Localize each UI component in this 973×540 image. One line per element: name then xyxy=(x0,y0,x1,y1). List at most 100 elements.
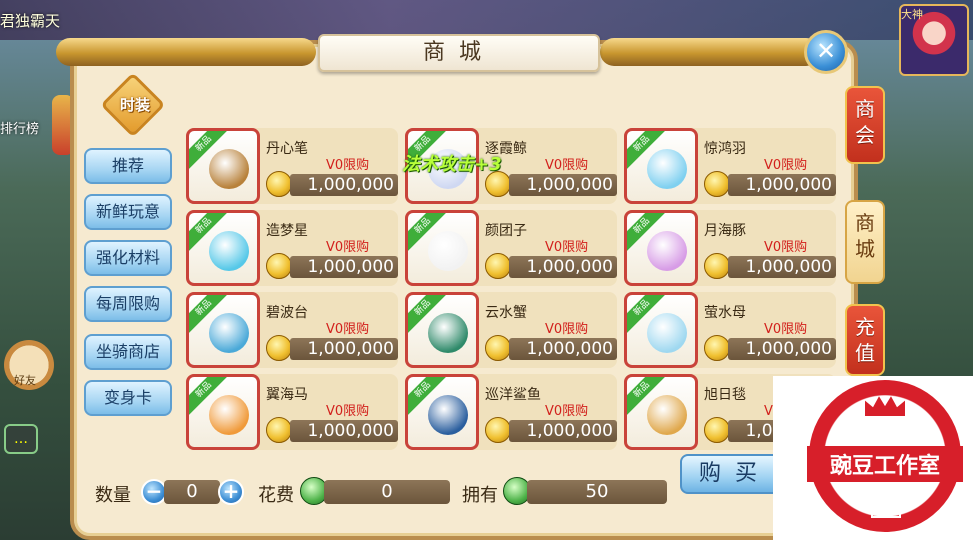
item-purchase-limit: V0限购 xyxy=(764,322,808,337)
item-name: 旭日毯 xyxy=(704,387,746,403)
side-tab-transform-card[interactable]: 变身卡 xyxy=(84,380,172,416)
item-art-icon xyxy=(209,231,249,271)
item-thumbnail[interactable]: 新品 xyxy=(186,374,260,450)
item-price: 1,000,000 xyxy=(728,256,836,278)
item-art-icon xyxy=(647,231,687,271)
item-card[interactable]: 新品 月海豚 V0限购 1,000,000 xyxy=(624,210,836,286)
owned-label: 拥有 xyxy=(462,485,498,506)
item-thumbnail[interactable]: 新品 xyxy=(624,374,698,450)
chat-icon[interactable]: … xyxy=(4,424,38,454)
item-thumbnail[interactable]: 新品 xyxy=(624,128,698,204)
player-name: 大神 xyxy=(901,8,923,21)
item-card[interactable]: 新品 造梦星 V0限购 1,000,000 xyxy=(186,210,398,286)
item-name: 惊鸿羽 xyxy=(704,141,746,157)
item-price: 1,000,000 xyxy=(290,420,398,442)
background-banner-text: 君独霸天 xyxy=(0,12,61,30)
item-thumbnail[interactable]: 新品 xyxy=(186,210,260,286)
item-purchase-limit: V0限购 xyxy=(326,404,370,419)
gold-coin-icon xyxy=(266,335,292,361)
item-purchase-limit: V0限购 xyxy=(764,240,808,255)
item-purchase-limit: V0限购 xyxy=(545,322,589,337)
gold-coin-icon xyxy=(704,335,730,361)
item-price: 1,000,000 xyxy=(509,420,617,442)
right-tab-recharge[interactable]: 充值 xyxy=(845,304,885,376)
item-card[interactable]: 新品 翼海马 V0限购 1,000,000 xyxy=(186,374,398,450)
item-name: 巡洋鲨鱼 xyxy=(485,387,541,403)
watermark: 豌豆工作室 QQ: 893656710 xyxy=(773,376,973,540)
owned-field: 50 xyxy=(527,480,667,504)
item-thumbnail[interactable]: 新品 xyxy=(405,374,479,450)
cost-field: 0 xyxy=(324,480,450,504)
watermark-stamp xyxy=(871,504,901,518)
right-tab-guild-shop[interactable]: 商会 xyxy=(845,86,885,164)
item-price: 1,000,000 xyxy=(728,174,836,196)
item-card[interactable]: 新品 云水蟹 V0限购 1,000,000 xyxy=(405,292,617,368)
quantity-plus-button[interactable]: + xyxy=(218,479,244,505)
item-card[interactable]: 新品 丹心笔 V0限购 1,000,000 xyxy=(186,128,398,204)
watermark-name: 豌豆工作室 xyxy=(807,446,963,482)
item-card[interactable]: 新品 颜团子 V0限购 1,000,000 xyxy=(405,210,617,286)
item-purchase-limit: V0限购 xyxy=(764,158,808,173)
gold-coin-icon xyxy=(704,417,730,443)
category-badge-label[interactable]: 时装 xyxy=(103,94,167,115)
gold-coin-icon xyxy=(704,253,730,279)
item-art-icon xyxy=(428,313,468,353)
side-tab-novelty[interactable]: 新鲜玩意 xyxy=(84,194,172,230)
item-price: 1,000,000 xyxy=(728,338,836,360)
gold-coin-icon xyxy=(485,417,511,443)
item-price: 1,000,000 xyxy=(509,174,617,196)
item-price: 1,000,000 xyxy=(290,256,398,278)
item-thumbnail[interactable]: 新品 xyxy=(624,292,698,368)
item-thumbnail[interactable]: 新品 xyxy=(186,292,260,368)
leaderboard-text[interactable]: 排行榜 xyxy=(0,118,39,137)
item-card[interactable]: 新品 碧波台 V0限购 1,000,000 xyxy=(186,292,398,368)
side-tab-weekly-limit[interactable]: 每周限购 xyxy=(84,286,172,322)
quantity-field[interactable]: 0 xyxy=(164,480,220,504)
item-art-icon xyxy=(647,313,687,353)
item-art-icon xyxy=(647,149,687,189)
item-art-icon xyxy=(209,313,249,353)
item-card[interactable]: 新品 萤水母 V0限购 1,000,000 xyxy=(624,292,836,368)
quantity-label: 数量 xyxy=(95,485,131,506)
gold-coin-icon xyxy=(485,335,511,361)
item-art-icon xyxy=(428,231,468,271)
gold-coin-icon xyxy=(266,417,292,443)
item-purchase-limit: V0限购 xyxy=(545,158,589,173)
item-thumbnail[interactable]: 新品 xyxy=(405,210,479,286)
item-name: 造梦星 xyxy=(266,223,308,239)
item-name: 丹心笔 xyxy=(266,141,308,157)
item-thumbnail[interactable]: 新品 xyxy=(405,292,479,368)
item-purchase-limit: V0限购 xyxy=(545,240,589,255)
close-icon[interactable]: ✕ xyxy=(804,30,848,74)
item-art-icon xyxy=(647,395,687,435)
item-name: 碧波台 xyxy=(266,305,308,321)
side-tab-recommend[interactable]: 推荐 xyxy=(84,148,172,184)
item-price: 1,000,000 xyxy=(509,256,617,278)
floating-stat-text: 法术攻击+3 xyxy=(402,154,502,175)
right-tab-shop[interactable]: 商城 xyxy=(845,200,885,284)
item-name: 颜团子 xyxy=(485,223,527,239)
item-price: 1,000,000 xyxy=(509,338,617,360)
friends-button[interactable]: 好友 xyxy=(4,340,54,390)
friends-label: 好友 xyxy=(14,374,36,387)
item-purchase-limit: V0限购 xyxy=(545,404,589,419)
item-name: 云水蟹 xyxy=(485,305,527,321)
item-price: 1,000,000 xyxy=(290,338,398,360)
item-purchase-limit: V0限购 xyxy=(326,240,370,255)
item-card[interactable]: 新品 巡洋鲨鱼 V0限购 1,000,000 xyxy=(405,374,617,450)
item-card[interactable]: 新品 惊鸿羽 V0限购 1,000,000 xyxy=(624,128,836,204)
item-art-icon xyxy=(209,149,249,189)
item-art-icon xyxy=(209,395,249,435)
shop-title: 商城 xyxy=(318,34,600,72)
title-rod-right xyxy=(600,38,820,66)
side-tab-mount-shop[interactable]: 坐骑商店 xyxy=(84,334,172,370)
side-tab-enhance-materials[interactable]: 强化材料 xyxy=(84,240,172,276)
item-name: 月海豚 xyxy=(704,223,746,239)
title-rod-left xyxy=(56,38,316,66)
item-name: 萤水母 xyxy=(704,305,746,321)
item-thumbnail[interactable]: 新品 xyxy=(624,210,698,286)
cost-label: 花费 xyxy=(258,485,294,506)
item-thumbnail[interactable]: 新品 xyxy=(186,128,260,204)
gold-coin-icon xyxy=(704,171,730,197)
gold-coin-icon xyxy=(485,253,511,279)
